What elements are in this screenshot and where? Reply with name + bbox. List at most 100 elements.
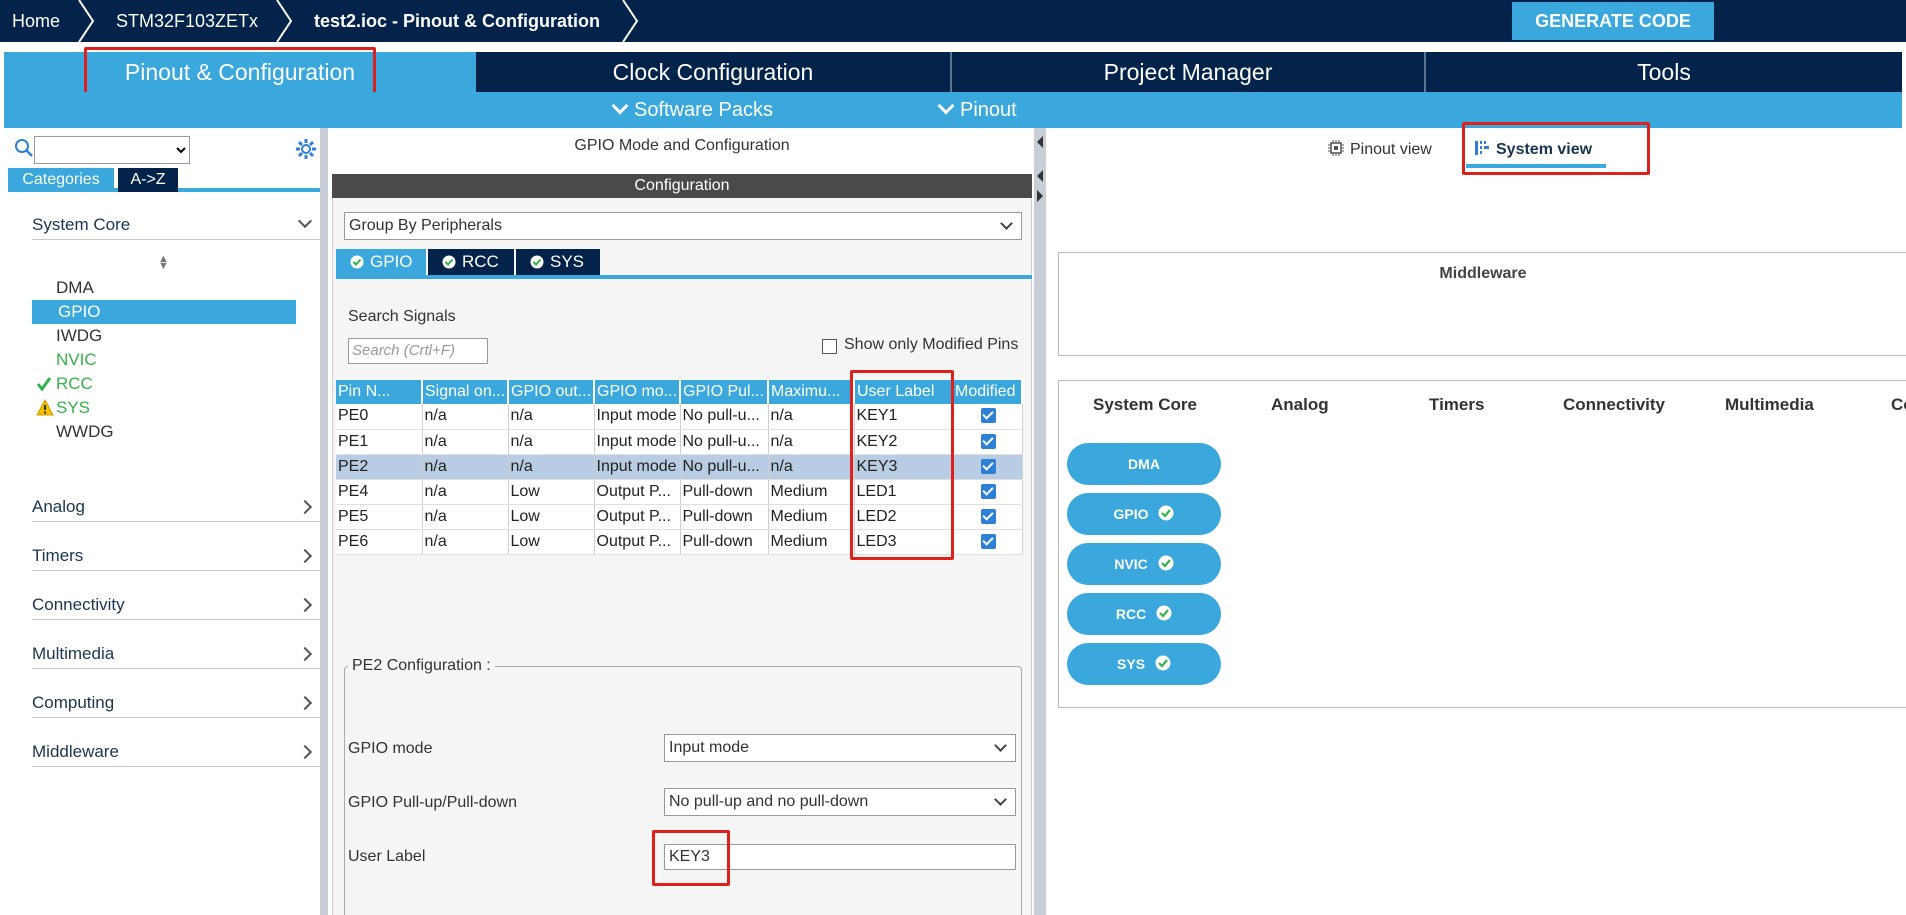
ip-tab-sys[interactable]: SYS: [516, 249, 600, 275]
middleware-title: Middleware: [1439, 265, 1527, 282]
group-computing[interactable]: Computing: [32, 688, 322, 718]
table-row[interactable]: PE1 n/a n/a Input mode No pull-u... n/a …: [336, 429, 1023, 455]
right-panel: Pinout view System view Middleware Syste…: [1046, 128, 1906, 915]
peripheral-nvic[interactable]: NVIC: [56, 348, 97, 372]
tab-pinout-view[interactable]: Pinout view: [1328, 136, 1432, 164]
collapse-left-icon[interactable]: [1034, 168, 1046, 184]
collapse-right-icon[interactable]: [1034, 188, 1046, 204]
cell-signal: n/a: [422, 504, 509, 530]
peripheral-gpio[interactable]: GPIO: [32, 300, 296, 324]
pinout-menu[interactable]: Pinout: [937, 92, 1017, 128]
column-header-speed[interactable]: Maximu...: [768, 380, 855, 404]
chevron-down-icon: [994, 793, 1007, 806]
pinout-view-label: Pinout view: [1350, 141, 1432, 158]
column-header-pull[interactable]: GPIO Pul...: [680, 380, 769, 404]
tab-system-view[interactable]: System view: [1466, 136, 1606, 168]
search-input[interactable]: [34, 136, 190, 164]
peripheral-dma[interactable]: DMA: [56, 276, 94, 300]
peripheral-iwdg[interactable]: IWDG: [56, 324, 102, 348]
modified-checkbox[interactable]: [980, 408, 996, 424]
tab-tools[interactable]: Tools: [1426, 52, 1902, 92]
ip-button-sys[interactable]: SYS: [1067, 643, 1221, 685]
column-header-user-label[interactable]: User Label: [854, 380, 953, 404]
column-header-modified[interactable]: Modified: [952, 380, 1023, 404]
system-view-label: System view: [1496, 141, 1593, 158]
show-modified-label: Show only Modified Pins: [844, 336, 1019, 353]
modified-checkbox[interactable]: [980, 483, 996, 499]
pin-configuration-legend: PE2 Configuration :: [348, 657, 495, 675]
cell-pull: No pull-u...: [680, 404, 769, 430]
chip-icon: [1328, 139, 1344, 156]
search-dropdown[interactable]: [35, 137, 189, 163]
search-signals-input[interactable]: Search (Crtl+F): [348, 338, 488, 364]
tab-clock-configuration[interactable]: Clock Configuration: [476, 52, 952, 92]
check-circle-icon: [442, 255, 456, 269]
gpio-mode-select[interactable]: Input mode: [664, 734, 1016, 762]
group-system-core[interactable]: System Core: [32, 210, 322, 240]
ip-button-label: GPIO: [1113, 506, 1149, 522]
show-modified-checkbox[interactable]: [822, 339, 837, 354]
group-label: System Core: [32, 215, 131, 234]
chevron-right-icon: [297, 597, 313, 613]
group-by-select[interactable]: Group By Peripherals: [344, 212, 1022, 240]
ip-tab-label: GPIO: [370, 252, 413, 271]
tab-a-z[interactable]: A->Z: [118, 168, 178, 192]
tab-categories[interactable]: Categories: [8, 168, 114, 192]
peripheral-wwdg[interactable]: WWDG: [56, 420, 114, 444]
ip-tab-gpio[interactable]: GPIO: [336, 249, 426, 275]
tab-pinout-configuration[interactable]: Pinout & Configuration: [4, 52, 476, 92]
check-circle-icon: [1158, 505, 1174, 521]
cell-mode: Output P...: [594, 504, 681, 530]
modified-checkbox[interactable]: [980, 508, 996, 524]
software-packs-menu[interactable]: Software Packs: [611, 92, 773, 128]
user-label-input[interactable]: KEY3: [664, 844, 1016, 870]
modified-checkbox[interactable]: [980, 433, 996, 449]
table-row[interactable]: PE2 n/a n/a Input mode No pull-u... n/a …: [336, 454, 1023, 480]
column-header-signal[interactable]: Signal on...: [422, 380, 509, 404]
breadcrumb-mcu[interactable]: STM32F103ZETx: [116, 0, 258, 42]
cell-speed: n/a: [768, 454, 855, 480]
ip-button-nvic[interactable]: NVIC: [1067, 543, 1221, 585]
column-header-mode[interactable]: GPIO mo...: [594, 380, 681, 404]
group-multimedia[interactable]: Multimedia: [32, 639, 322, 669]
panel-splitter[interactable]: [320, 128, 328, 915]
tab-project-manager[interactable]: Project Manager: [952, 52, 1426, 92]
peripheral-sys[interactable]: SYS: [56, 396, 90, 420]
cell-modified: [952, 429, 1023, 455]
ip-button-gpio[interactable]: GPIO: [1067, 493, 1221, 535]
sort-icon[interactable]: ▲ ▼: [158, 254, 169, 272]
group-middleware[interactable]: Middleware: [32, 737, 322, 767]
table-row[interactable]: PE5 n/a Low Output P... Pull-down Medium…: [336, 504, 1023, 530]
column-header-pin[interactable]: Pin N...: [336, 380, 423, 404]
cell-modified: [952, 529, 1023, 555]
modified-checkbox[interactable]: [980, 458, 996, 474]
ip-tab-rcc[interactable]: RCC: [428, 249, 514, 275]
ip-button-dma[interactable]: DMA: [1067, 443, 1221, 485]
middle-panel: GPIO Mode and Configuration Configuratio…: [330, 128, 1034, 915]
ip-button-rcc[interactable]: RCC: [1067, 593, 1221, 635]
panel-splitter[interactable]: [1034, 128, 1046, 915]
gpio-pull-select[interactable]: No pull-up and no pull-down: [664, 788, 1016, 816]
table-row[interactable]: PE0 n/a n/a Input mode No pull-u... n/a …: [336, 404, 1023, 430]
column-header-output[interactable]: GPIO out...: [508, 380, 595, 404]
chevron-right-icon: [297, 695, 313, 711]
modified-checkbox[interactable]: [980, 533, 996, 549]
breadcrumb-home[interactable]: Home: [12, 0, 60, 42]
gear-icon[interactable]: [294, 137, 318, 161]
group-connectivity[interactable]: Connectivity: [32, 590, 322, 620]
table-row[interactable]: PE6 n/a Low Output P... Pull-down Medium…: [336, 529, 1023, 555]
cell-modified: [952, 479, 1023, 505]
check-icon: [36, 377, 52, 392]
collapse-left-icon[interactable]: [1034, 134, 1046, 150]
ip-button-label: DMA: [1128, 456, 1160, 472]
table-row[interactable]: PE4 n/a Low Output P... Pull-down Medium…: [336, 479, 1023, 505]
group-analog[interactable]: Analog: [32, 492, 322, 522]
group-timers[interactable]: Timers: [32, 541, 322, 571]
chevron-down-icon: [937, 97, 955, 115]
category-timers: Timers: [1429, 395, 1485, 414]
peripheral-rcc[interactable]: RCC: [56, 372, 93, 396]
generate-code-button[interactable]: GENERATE CODE: [1512, 2, 1714, 40]
breadcrumb-file[interactable]: test2.ioc - Pinout & Configuration: [314, 0, 600, 42]
cell-user-label: KEY2: [854, 429, 953, 455]
group-label: Analog: [32, 497, 85, 516]
